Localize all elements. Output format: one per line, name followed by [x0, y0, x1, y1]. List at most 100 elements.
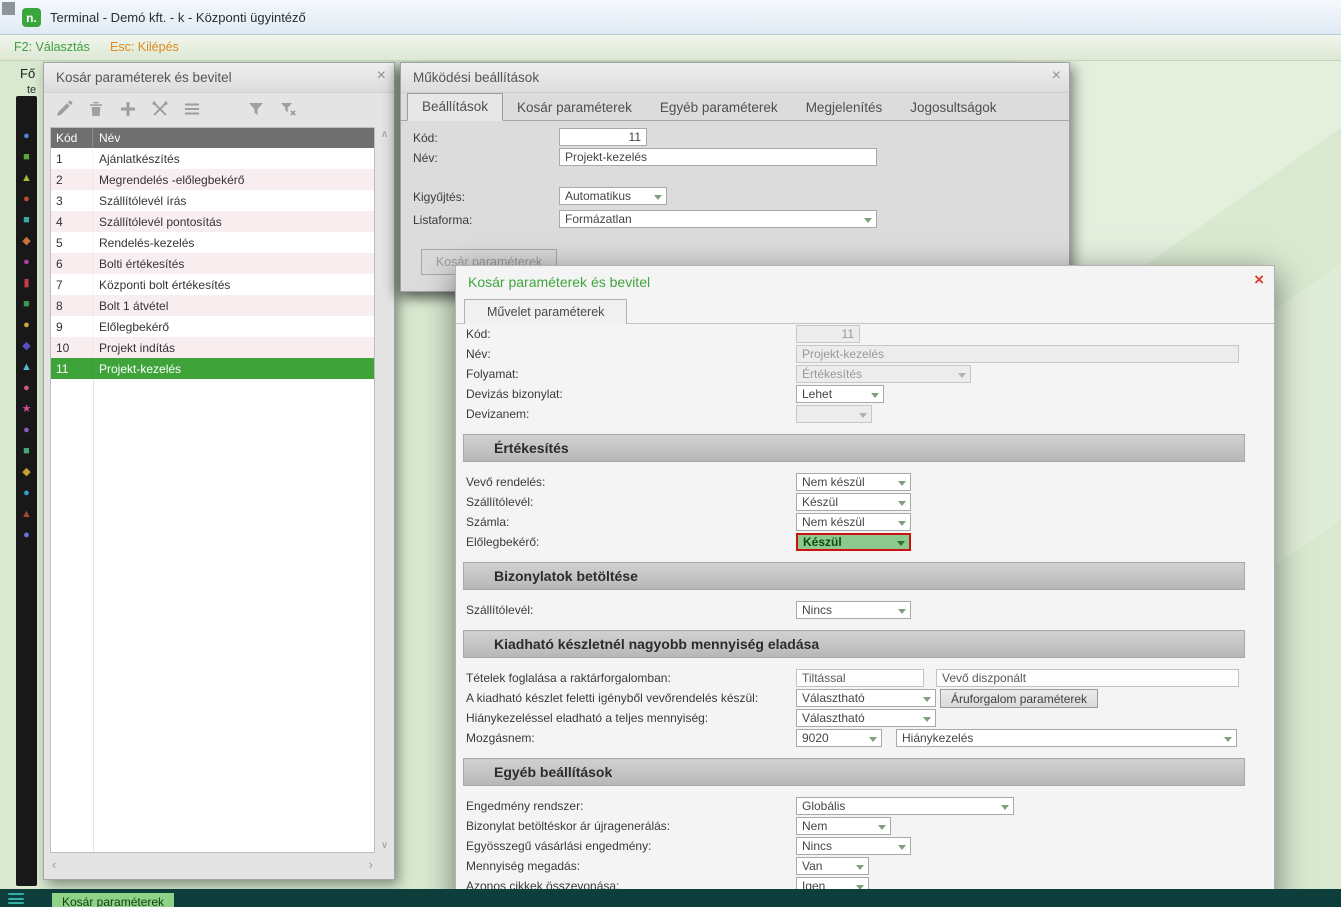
- scroll-down-icon[interactable]: ∨: [377, 840, 392, 851]
- mozgasnem-code-select[interactable]: 9020: [796, 729, 882, 747]
- list-toolbar: [44, 93, 394, 125]
- rail-icon[interactable]: ▲: [20, 361, 33, 374]
- rail-icon[interactable]: ●: [20, 382, 33, 395]
- scroll-left-icon[interactable]: ‹: [52, 857, 56, 872]
- tab[interactable]: Egyéb paraméterek: [646, 95, 792, 121]
- rail-icon[interactable]: ●: [20, 424, 33, 437]
- listaforma-select[interactable]: Formázatlan: [559, 210, 877, 228]
- kod-label: Kód:: [466, 327, 491, 341]
- bizonylat-szallitolevel-select[interactable]: Nincs: [796, 601, 911, 619]
- mennyiseg-select[interactable]: Van: [796, 857, 869, 875]
- tools-icon[interactable]: [150, 99, 170, 119]
- table-row[interactable]: 11 Projekt-kezelés: [51, 358, 374, 379]
- horizontal-scrollbar[interactable]: ‹ ›: [50, 857, 375, 873]
- rail-icon[interactable]: ●: [20, 529, 33, 542]
- field-row-elolegbekero: Előlegbekérő: Készül: [456, 532, 1274, 552]
- kigyujtes-select[interactable]: Automatikus: [559, 187, 667, 205]
- left-menu-fragment[interactable]: te: [27, 84, 36, 96]
- chevron-down-icon: [878, 825, 886, 830]
- rail-icon[interactable]: ●: [20, 487, 33, 500]
- filter-clear-icon[interactable]: [278, 99, 298, 119]
- rail-icon[interactable]: ■: [20, 445, 33, 458]
- tab[interactable]: Kosár paraméterek: [503, 95, 646, 121]
- rail-icon[interactable]: ●: [20, 256, 33, 269]
- add-icon[interactable]: [118, 99, 138, 119]
- scroll-right-icon[interactable]: ›: [369, 857, 373, 872]
- rail-icon[interactable]: ◆: [20, 466, 33, 479]
- szallitolevel-select[interactable]: Készül: [796, 493, 911, 511]
- table-row[interactable]: 4 Szállítólevél pontosítás: [51, 211, 374, 232]
- rail-icon[interactable]: ▲: [20, 508, 33, 521]
- rail-icon[interactable]: ●: [20, 193, 33, 206]
- tab-muvelet-parameterek[interactable]: Művelet paraméterek: [464, 299, 627, 324]
- devizas-bizonylat-select[interactable]: Lehet: [796, 385, 884, 403]
- rail-icon[interactable]: ■: [20, 214, 33, 227]
- kod-input[interactable]: 11: [559, 128, 647, 146]
- rail-icon[interactable]: ▲: [20, 172, 33, 185]
- kosar-parameterek-taskbar-button[interactable]: Kosár paraméterek: [52, 893, 174, 907]
- tab[interactable]: Beállítások: [407, 93, 503, 121]
- edit-icon[interactable]: [54, 99, 74, 119]
- field-row-szamla: Számla: Nem készül: [456, 512, 1274, 532]
- table-row[interactable]: 1 Ajánlatkészítés: [51, 148, 374, 169]
- rail-icon[interactable]: ●: [20, 319, 33, 332]
- close-icon[interactable]: ×: [1052, 67, 1061, 85]
- rail-icon[interactable]: ■: [20, 298, 33, 311]
- kod-input: 11: [796, 325, 860, 343]
- bizonylat-ar-select[interactable]: Nem: [796, 817, 891, 835]
- szallitolevel-label: Szállítólevél:: [466, 495, 533, 509]
- section-header-egyeb: Egyéb beállítások: [463, 758, 1245, 786]
- field-row-kiadhato-keszlet: A kiadható készlet feletti igényből vevő…: [456, 688, 1274, 708]
- close-icon[interactable]: ×: [377, 67, 386, 85]
- szamla-select[interactable]: Nem készül: [796, 513, 911, 531]
- vertical-scrollbar[interactable]: ∧ ∨: [377, 127, 392, 853]
- rail-icon[interactable]: ◆: [20, 340, 33, 353]
- szamla-label: Számla:: [466, 515, 509, 529]
- esc-exit-shortcut[interactable]: Esc: Kilépés: [110, 40, 179, 54]
- hianykezeles-select[interactable]: Választható: [796, 709, 936, 727]
- chevron-down-icon: [897, 541, 905, 546]
- chevron-down-icon: [1224, 737, 1232, 742]
- nev-label: Név:: [413, 151, 438, 165]
- nev-input[interactable]: Projekt-kezelés: [559, 148, 877, 166]
- scroll-up-icon[interactable]: ∧: [377, 129, 392, 140]
- table-row[interactable]: 9 Előlegbekérő: [51, 316, 374, 337]
- table-row[interactable]: 7 Központi bolt értékesítés: [51, 274, 374, 295]
- column-header-nev[interactable]: Név: [93, 128, 374, 148]
- close-icon[interactable]: ×: [1254, 270, 1264, 290]
- szallitolevel-label: Szállítólevél:: [466, 603, 533, 617]
- kiadhato-keszlet-label: A kiadható készlet feletti igényből vevő…: [466, 691, 758, 705]
- rail-icon[interactable]: ●: [20, 130, 33, 143]
- tab[interactable]: Jogosultságok: [896, 95, 1010, 121]
- rail-icon[interactable]: ◆: [20, 235, 33, 248]
- devizas-bizonylat-label: Devizás bizonylat:: [466, 387, 563, 401]
- mukodesi-beallitasok-panel: Működési beállítások × Beállítások Kosár…: [400, 62, 1070, 292]
- rail-icon[interactable]: ★: [20, 403, 33, 416]
- tab[interactable]: Megjelenítés: [792, 95, 897, 121]
- menu-icon[interactable]: [8, 893, 24, 904]
- delete-icon[interactable]: [86, 99, 106, 119]
- egyosszegu-label: Egyösszegű vásárlási engedmény:: [466, 839, 651, 853]
- table-row[interactable]: 8 Bolt 1 átvétel: [51, 295, 374, 316]
- table-row[interactable]: 2 Megrendelés -előlegbekérő: [51, 169, 374, 190]
- elolegbekero-select-highlighted[interactable]: Készül: [796, 533, 911, 551]
- engedmeny-select[interactable]: Globális: [796, 797, 1014, 815]
- menu-icon[interactable]: [182, 99, 202, 119]
- filter-icon[interactable]: [246, 99, 266, 119]
- egyosszegu-select[interactable]: Nincs: [796, 837, 911, 855]
- f2-select-shortcut[interactable]: F2: Választás: [14, 40, 90, 54]
- table-row[interactable]: 3 Szállítólevél írás: [51, 190, 374, 211]
- mozgasnem-name-select[interactable]: Hiánykezelés: [896, 729, 1237, 747]
- table-row[interactable]: 10 Projekt indítás: [51, 337, 374, 358]
- kiadhato-keszlet-select[interactable]: Választható: [796, 689, 936, 707]
- left-menu-fragment[interactable]: Fő: [20, 66, 35, 81]
- panel-title: Működési beállítások: [413, 70, 539, 85]
- column-header-kod[interactable]: Kód: [51, 128, 93, 148]
- settings-tabs: Beállítások Kosár paraméterek Egyéb para…: [401, 93, 1069, 121]
- table-row[interactable]: 6 Bolti értékesítés: [51, 253, 374, 274]
- vevo-rendeles-select[interactable]: Nem készül: [796, 473, 911, 491]
- rail-icon[interactable]: ▮: [20, 277, 33, 290]
- rail-icon[interactable]: ■: [20, 151, 33, 164]
- aruforgalom-parameterek-button[interactable]: Áruforgalom paraméterek: [940, 689, 1098, 708]
- table-row[interactable]: 5 Rendelés-kezelés: [51, 232, 374, 253]
